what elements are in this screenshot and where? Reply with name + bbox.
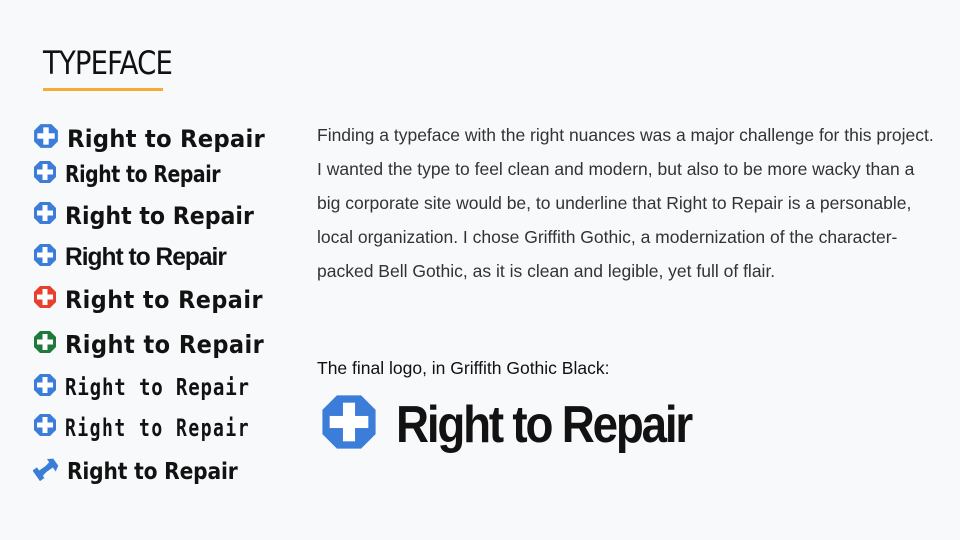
final-logo-caption: The final logo, in Griffith Gothic Black… [317,358,610,378]
logo-variant: Right to Repair [33,413,312,442]
logo-variant: Right to Repair [33,201,270,230]
logo-variant-text: Right to Repair [65,201,254,230]
final-logo-text: Right to Repair [396,395,693,454]
plus-shield-icon [320,393,378,456]
logo-variant: Right to Repair [33,123,275,154]
logo-variant: Right to Repair [33,243,229,272]
logo-variant: Right to Repair [33,373,288,402]
logo-variant: Right to Repair [33,160,254,189]
description-paragraph: Finding a typeface with the right nuance… [317,125,934,281]
logo-variant-text: Right to Repair [65,243,227,271]
plus-shield-icon [33,201,57,230]
logo-variant: Right to Repair [33,330,286,359]
title-underline [43,88,163,91]
logo-variant-text: Right to Repair [65,285,263,314]
logo-variant: Right to Repair [32,456,261,487]
wrench-screwdriver-icon [32,456,59,487]
logo-variant-text: Right to Repair [67,124,265,153]
plus-shield-icon [33,285,57,314]
plus-shield-icon [33,123,59,154]
plus-shield-icon [33,243,57,272]
final-logo: Right to Repair [320,393,731,456]
slide-title: TYPEFACE [43,44,173,82]
logo-variant: Right to Repair [33,285,278,314]
logo-variant-text: Right to Repair [65,413,251,442]
logo-variant-text: Right to Repair [65,374,250,401]
logo-variant-text: Right to Repair [67,458,238,485]
plus-shield-icon [33,160,57,189]
logo-variant-text: Right to Repair [65,330,265,359]
plus-shield-icon [33,330,57,359]
plus-shield-icon [33,373,57,402]
plus-shield-icon [33,413,57,442]
logo-variant-text: Right to Repair [65,161,221,188]
